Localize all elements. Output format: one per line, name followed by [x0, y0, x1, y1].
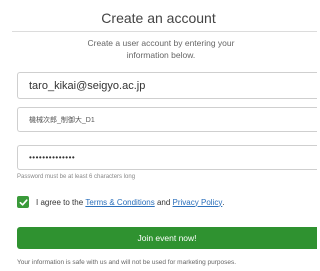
subtitle-line-1: Create a user account by entering your	[87, 38, 235, 48]
email-field[interactable]	[18, 73, 317, 98]
terms-conditions-link[interactable]: Terms & Conditions	[85, 198, 154, 207]
password-field-container	[17, 145, 317, 170]
title-divider	[12, 31, 317, 32]
terms-checkbox[interactable]	[17, 196, 29, 208]
signup-card: Create an account Create a user account …	[0, 0, 317, 271]
password-field[interactable]	[18, 146, 317, 169]
terms-row: I agree to the Terms & Conditions and Pr…	[17, 195, 225, 209]
privacy-policy-link[interactable]: Privacy Policy	[173, 198, 223, 207]
subtitle-line-2: information below.	[126, 50, 196, 60]
page-subtitle: Create a user account by entering your i…	[40, 37, 282, 61]
password-hint: Password must be at least 6 characters l…	[17, 174, 136, 180]
privacy-note: Your information is safe with us and wil…	[17, 259, 237, 266]
email-field-container	[17, 72, 317, 99]
join-event-button[interactable]: Join event now!	[17, 227, 317, 249]
name-field-container	[17, 107, 317, 132]
terms-and-text: and	[154, 197, 173, 207]
name-field[interactable]	[18, 108, 317, 131]
page-title: Create an account	[101, 10, 216, 26]
terms-suffix-text: .	[222, 197, 225, 207]
checkmark-icon	[19, 198, 28, 206]
terms-prefix-text: I agree to the	[36, 197, 86, 207]
